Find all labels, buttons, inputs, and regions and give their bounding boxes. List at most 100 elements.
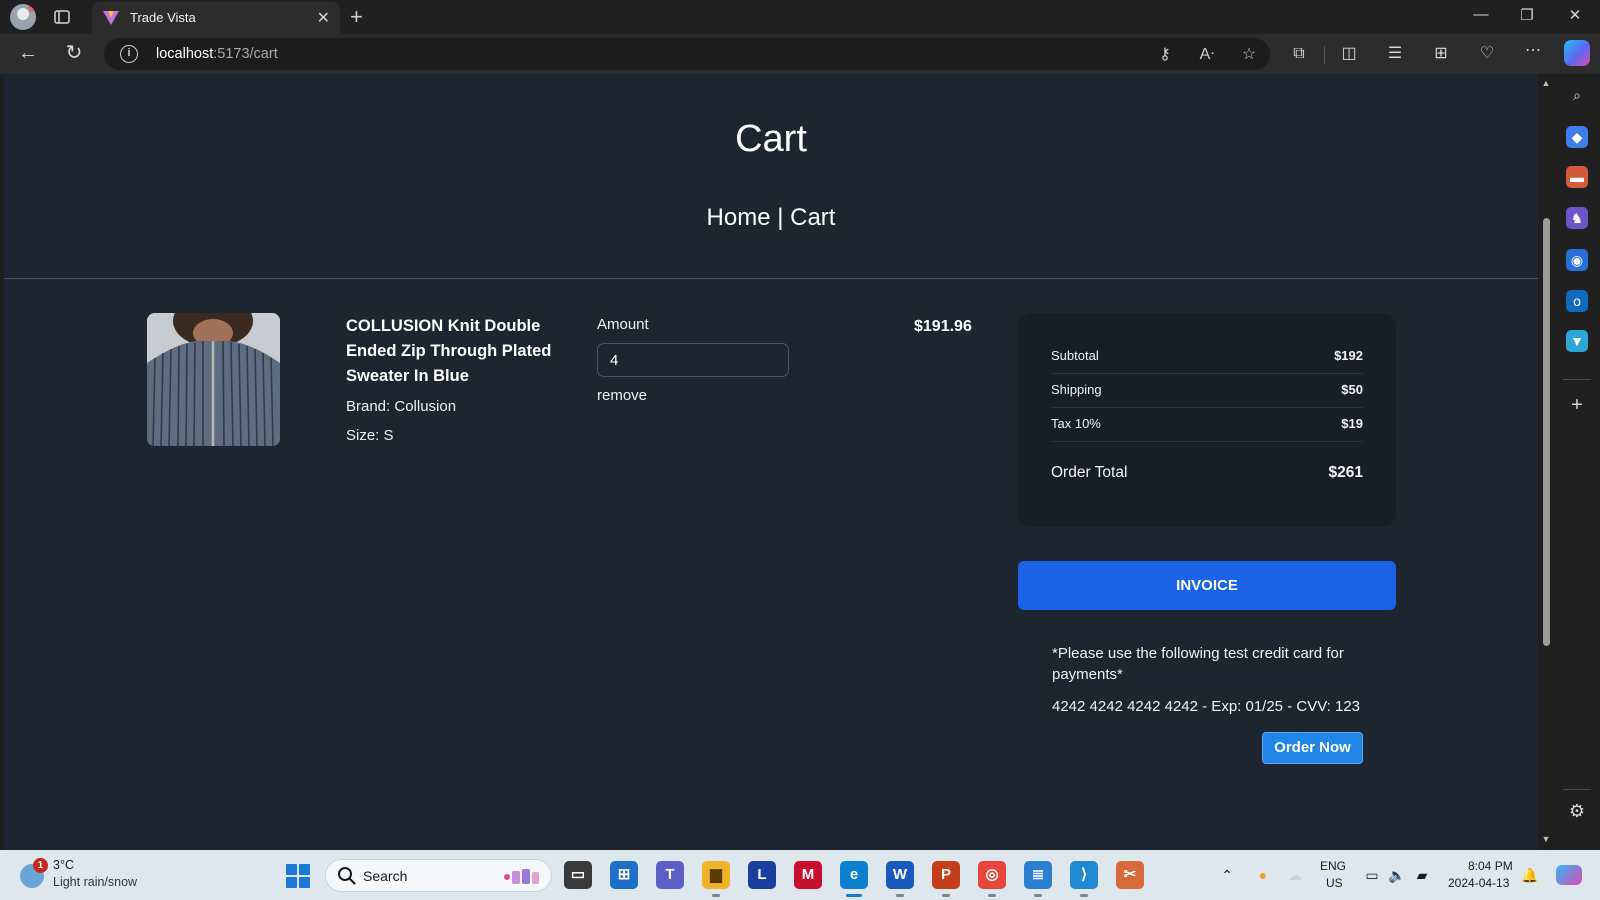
- clock-time[interactable]: 8:04 PM: [1468, 859, 1513, 873]
- subtotal-value: $192: [1334, 348, 1363, 363]
- battery-icon[interactable]: ▰: [1412, 865, 1432, 885]
- start-button[interactable]: [286, 864, 310, 888]
- close-window-button[interactable]: ✕: [1560, 6, 1590, 24]
- drop-icon[interactable]: ▼: [1566, 330, 1588, 352]
- remove-button[interactable]: remove: [597, 387, 647, 404]
- order-total-label: Order Total: [1051, 464, 1128, 481]
- l-app-icon[interactable]: L: [748, 861, 776, 889]
- product-brand: Brand: Collusion: [346, 398, 457, 415]
- tabs-icon[interactable]: [52, 7, 72, 27]
- scroll-up-icon[interactable]: ▲: [1540, 78, 1552, 88]
- order-total-row: Order Total $261: [1051, 464, 1363, 482]
- shipping-value: $50: [1341, 382, 1363, 397]
- teams-icon[interactable]: T: [656, 861, 684, 889]
- minimize-button[interactable]: —: [1466, 6, 1496, 23]
- search-highlight-icon: [504, 869, 539, 884]
- favorites-icon[interactable]: ☰: [1384, 43, 1406, 65]
- extensions-icon[interactable]: ⧉: [1288, 43, 1310, 65]
- edge-icon[interactable]: e: [840, 861, 868, 889]
- microsoft365-icon[interactable]: ◉: [1566, 249, 1588, 271]
- breadcrumb[interactable]: Home | Cart: [4, 204, 1538, 232]
- lang-bottom[interactable]: US: [1326, 876, 1343, 890]
- search-placeholder: Search: [363, 868, 408, 884]
- close-icon[interactable]: ✕: [317, 8, 330, 28]
- weather-temp[interactable]: 3°C: [53, 858, 74, 872]
- order-total-value: $261: [1328, 464, 1363, 481]
- url-field[interactable]: i localhost:5173/cart ⚷ Aᐧ ☆: [104, 38, 1270, 70]
- tray-app-icon[interactable]: ●: [1253, 865, 1273, 885]
- more-icon[interactable]: ⋯: [1522, 40, 1544, 62]
- new-tab-button[interactable]: +: [350, 4, 363, 30]
- word-icon[interactable]: W: [886, 861, 914, 889]
- collections-icon[interactable]: ⊞: [1430, 43, 1452, 65]
- shopping-icon[interactable]: ◆: [1566, 126, 1588, 148]
- shipping-row: Shipping $50: [1051, 382, 1363, 397]
- copilot-taskbar-icon[interactable]: [1556, 865, 1582, 885]
- restore-button[interactable]: ❐: [1512, 6, 1542, 24]
- lang-top[interactable]: ENG: [1320, 859, 1346, 873]
- profile-icon[interactable]: [10, 4, 36, 30]
- url-host: localhost: [156, 46, 214, 62]
- test-card-note: *Please use the following test credit ca…: [1052, 645, 1344, 683]
- tab-bar: Trade Vista ✕ + — ❐ ✕: [0, 0, 1600, 34]
- invoice-button[interactable]: INVOICE: [1018, 561, 1396, 610]
- info-icon[interactable]: i: [120, 45, 138, 63]
- edge-sidebar: ⌕ ◆ ▬ ♞ ◉ o ▼ + ⚙: [1554, 74, 1600, 850]
- taskbar-search[interactable]: Search: [325, 859, 552, 892]
- task-view-icon[interactable]: ▭: [564, 861, 592, 889]
- outlook-icon[interactable]: o: [1566, 290, 1588, 312]
- scroll-down-icon[interactable]: ▼: [1540, 834, 1552, 844]
- refresh-icon[interactable]: ↻: [62, 42, 86, 66]
- tab-title: Trade Vista: [130, 10, 196, 25]
- split-screen-icon[interactable]: ◫: [1338, 43, 1360, 65]
- volume-icon[interactable]: 🔈: [1387, 865, 1407, 885]
- product-size: Size: S: [346, 427, 394, 444]
- chrome-icon[interactable]: ◎: [978, 861, 1006, 889]
- powerpoint-icon[interactable]: P: [932, 861, 960, 889]
- plus-icon[interactable]: +: [1566, 394, 1588, 416]
- page-viewport: Cart Home | Cart COLLUSION Knit Double E…: [4, 74, 1538, 850]
- copilot-icon[interactable]: [1564, 40, 1590, 66]
- network-icon[interactable]: ▭: [1362, 865, 1382, 885]
- header-divider: [4, 278, 1538, 279]
- product-name[interactable]: COLLUSION Knit Double Ended Zip Through …: [346, 314, 560, 389]
- amount-label: Amount: [597, 316, 649, 333]
- subtotal-row: Subtotal $192: [1051, 348, 1363, 363]
- star-icon[interactable]: ☆: [1238, 44, 1260, 66]
- settings-icon[interactable]: ⚙: [1566, 800, 1588, 822]
- back-icon[interactable]: ←: [16, 42, 40, 66]
- order-summary: Subtotal $192 Shipping $50 Tax 10% $19 O…: [1018, 313, 1396, 527]
- clock-date[interactable]: 2024-04-13: [1448, 876, 1509, 890]
- order-now-button[interactable]: Order Now: [1262, 732, 1363, 764]
- page-scrollbar[interactable]: ▲ ▼: [1538, 74, 1554, 850]
- store-icon[interactable]: ⊞: [610, 861, 638, 889]
- line-price: $191.96: [914, 318, 972, 335]
- read-aloud-icon[interactable]: Aᐧ: [1196, 44, 1218, 66]
- notepad-icon[interactable]: ≣: [1024, 861, 1052, 889]
- tab-trade-vista[interactable]: Trade Vista ✕: [92, 2, 340, 34]
- product-image: [147, 313, 280, 446]
- tax-row: Tax 10% $19: [1051, 416, 1363, 431]
- scroll-thumb[interactable]: [1543, 218, 1550, 646]
- key-icon[interactable]: ⚷: [1154, 44, 1176, 66]
- cloud-icon[interactable]: ☁: [1285, 865, 1305, 885]
- url-text: localhost:5173/cart: [156, 46, 278, 62]
- search-icon[interactable]: ⌕: [1566, 84, 1588, 106]
- amount-input[interactable]: [597, 343, 789, 377]
- snipping-tool-icon[interactable]: ✂: [1116, 861, 1144, 889]
- subtotal-label: Subtotal: [1051, 348, 1099, 363]
- notification-icon[interactable]: 🔔: [1520, 865, 1540, 885]
- vscode-icon[interactable]: ⟩: [1070, 861, 1098, 889]
- test-card-info: 4242 4242 4242 4242 - Exp: 01/25 - CVV: …: [1052, 698, 1361, 715]
- chevron-up-icon[interactable]: ⌃: [1217, 865, 1237, 885]
- file-explorer-icon[interactable]: ▆: [702, 861, 730, 889]
- mcafee-icon[interactable]: M: [794, 861, 822, 889]
- performance-icon[interactable]: ♡: [1476, 43, 1498, 65]
- weather-desc[interactable]: Light rain/snow: [53, 875, 137, 889]
- tools-icon[interactable]: ▬: [1566, 166, 1588, 188]
- tax-label: Tax 10%: [1051, 416, 1101, 431]
- games-icon[interactable]: ♞: [1566, 207, 1588, 229]
- url-path: :5173/cart: [213, 46, 278, 62]
- shipping-label: Shipping: [1051, 382, 1102, 397]
- page-title: Cart: [735, 118, 807, 160]
